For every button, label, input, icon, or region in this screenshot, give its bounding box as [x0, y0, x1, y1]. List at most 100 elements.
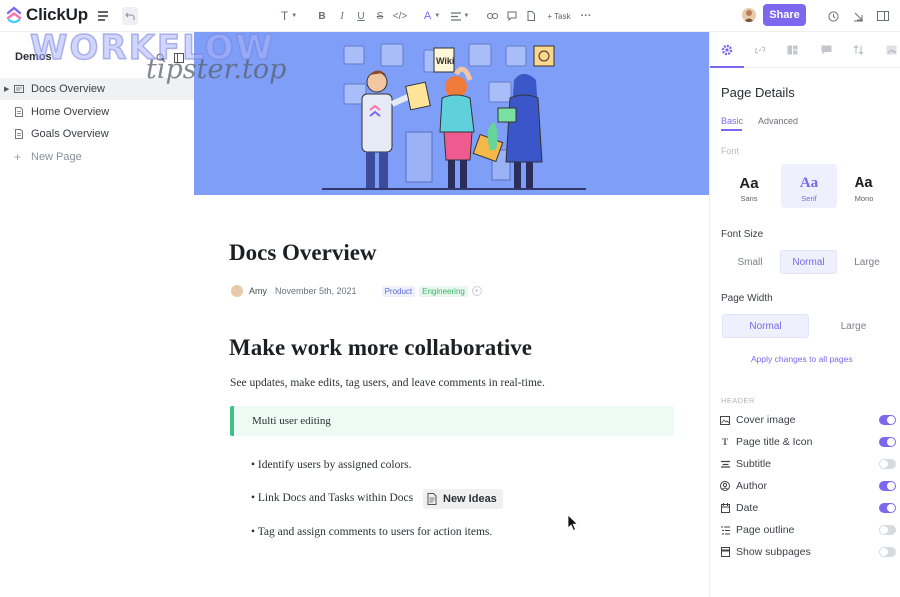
text-color-dropdown[interactable]: A ▼ [421, 7, 443, 25]
page-date: November 5th, 2021 [275, 286, 357, 296]
collapse-icon[interactable] [851, 7, 865, 25]
link-tab-icon[interactable] [752, 42, 768, 58]
history-icon[interactable] [826, 7, 840, 25]
list-item[interactable]: • Identify users by assigned colors. [251, 459, 412, 471]
list-item[interactable]: • Tag and assign comments to users for a… [251, 526, 492, 538]
toggle-switch[interactable] [879, 503, 896, 513]
toggle-label: Subtitle [736, 458, 772, 470]
clickup-logo-icon [6, 6, 22, 24]
menu-icon[interactable] [96, 7, 110, 25]
align-dropdown[interactable]: ▼ [449, 7, 471, 25]
watermark-subtitle: tipster.top [146, 54, 287, 85]
expand-caret-icon[interactable]: ▶ [4, 85, 9, 93]
font-option-sans[interactable]: Aa Sans [721, 164, 777, 208]
toggle-switch[interactable] [879, 437, 896, 447]
tab-basic[interactable]: Basic [721, 116, 743, 126]
strikethrough-icon[interactable]: S [374, 7, 386, 25]
toggle-show-subpages[interactable]: Show subpages [720, 544, 896, 560]
settings-gear-icon[interactable] [719, 42, 735, 58]
active-tab-indicator [710, 66, 744, 68]
toggle-label: Date [736, 502, 759, 514]
italic-icon[interactable]: I [336, 7, 348, 25]
text-style-dropdown[interactable]: T ▼ [279, 7, 299, 25]
page-details-panel: Page Details Basic Advanced Font Aa Sans… [709, 32, 900, 597]
more-options-icon[interactable]: ··· [580, 7, 592, 25]
author-name[interactable]: Amy [249, 286, 267, 296]
font-option-serif[interactable]: Aa Serif [781, 164, 837, 208]
subpages-icon [720, 547, 730, 557]
sort-tab-icon[interactable] [850, 42, 866, 58]
comments-tab-icon[interactable] [818, 42, 834, 58]
font-size-small[interactable]: Small [722, 250, 778, 274]
share-button[interactable]: Share [763, 4, 806, 26]
font-size-large[interactable]: Large [839, 250, 895, 274]
panel-tabs [710, 32, 900, 68]
linked-doc-chip[interactable]: New Ideas [423, 489, 503, 509]
toggle-subtitle[interactable]: Subtitle [720, 456, 896, 472]
panel-title: Page Details [721, 85, 795, 100]
brand-name: ClickUp [26, 5, 88, 24]
outline-icon [720, 525, 730, 535]
author-avatar [231, 285, 243, 297]
toggle-switch[interactable] [879, 481, 896, 491]
toggle-cover-image[interactable]: Cover image [720, 412, 896, 428]
sidebar-item-label: Docs Overview [31, 83, 105, 95]
calendar-icon [720, 503, 730, 513]
clickup-logo[interactable]: ClickUp [6, 5, 88, 25]
callout-block[interactable]: Multi user editing [230, 406, 674, 436]
image-tab-icon[interactable] [883, 42, 899, 58]
code-icon[interactable]: </> [393, 7, 407, 25]
tag-engineering[interactable]: Engineering [419, 285, 468, 297]
new-page-button[interactable]: + New Page [0, 146, 194, 168]
link-icon[interactable] [485, 7, 499, 25]
add-tag-icon[interactable]: + [471, 286, 482, 296]
section-heading[interactable]: Make work more collaborative [229, 335, 532, 361]
layout-tab-icon[interactable] [784, 42, 800, 58]
underline-icon[interactable]: U [355, 7, 367, 25]
page-icon [15, 129, 23, 139]
toggle-switch[interactable] [879, 415, 896, 425]
doc-icon [427, 493, 437, 505]
pages-sidebar: Demos ▶ Docs Overview Home Overview Goal… [0, 32, 194, 597]
toggle-label: Page title & Icon [736, 436, 813, 448]
bold-icon[interactable]: B [316, 7, 328, 25]
sidebar-item-goals-overview[interactable]: Goals Overview [0, 123, 194, 145]
user-avatar[interactable] [742, 8, 756, 22]
sidebar-item-label: Home Overview [31, 106, 110, 118]
new-page-label: New Page [31, 151, 82, 163]
toggle-page-title-icon[interactable]: T Page title & Icon [720, 434, 896, 450]
section-paragraph[interactable]: See updates, make edits, tag users, and … [230, 377, 545, 389]
font-size-normal[interactable]: Normal [780, 250, 837, 274]
callout-text: Multi user editing [252, 415, 331, 427]
font-option-mono[interactable]: Aa Mono [836, 164, 892, 208]
svg-text:Wiki: Wiki [436, 56, 454, 66]
tab-advanced[interactable]: Advanced [758, 116, 798, 126]
apply-all-pages-link[interactable]: Apply changes to all pages [751, 354, 853, 364]
panel-toggle-icon[interactable] [876, 7, 890, 25]
sidebar-item-home-overview[interactable]: Home Overview [0, 101, 194, 123]
comment-icon[interactable] [505, 7, 519, 25]
subtitle-icon [720, 459, 730, 469]
tag-product[interactable]: Product [381, 285, 416, 297]
page-meta: Amy November 5th, 2021 Product Engineeri… [231, 284, 482, 298]
add-task-button[interactable]: + Task [544, 7, 574, 25]
toggle-switch[interactable] [879, 547, 896, 557]
undo-icon[interactable] [122, 7, 138, 25]
app-window: ClickUp T▼ B I U S </> A▼ ▼ + Task ··· [0, 0, 900, 597]
toggle-page-outline[interactable]: Page outline [720, 522, 896, 538]
toggle-date[interactable]: Date [720, 500, 896, 516]
toggle-switch[interactable] [879, 459, 896, 469]
toggle-switch[interactable] [879, 525, 896, 535]
page-width-normal[interactable]: Normal [722, 314, 809, 338]
font-sample: Aa [799, 175, 819, 191]
page-width-large[interactable]: Large [811, 314, 896, 338]
attachment-icon[interactable] [524, 7, 538, 25]
toggle-label: Page outline [736, 524, 795, 536]
toggle-label: Show subpages [736, 546, 811, 558]
subtab-indicator [721, 129, 742, 131]
toggle-author[interactable]: Author [720, 478, 896, 494]
sidebar-item-label: Goals Overview [31, 128, 109, 140]
linked-doc-label: New Ideas [443, 493, 497, 505]
page-title[interactable]: Docs Overview [229, 240, 377, 266]
list-item[interactable]: • Link Docs and Tasks within Docs [251, 492, 413, 504]
